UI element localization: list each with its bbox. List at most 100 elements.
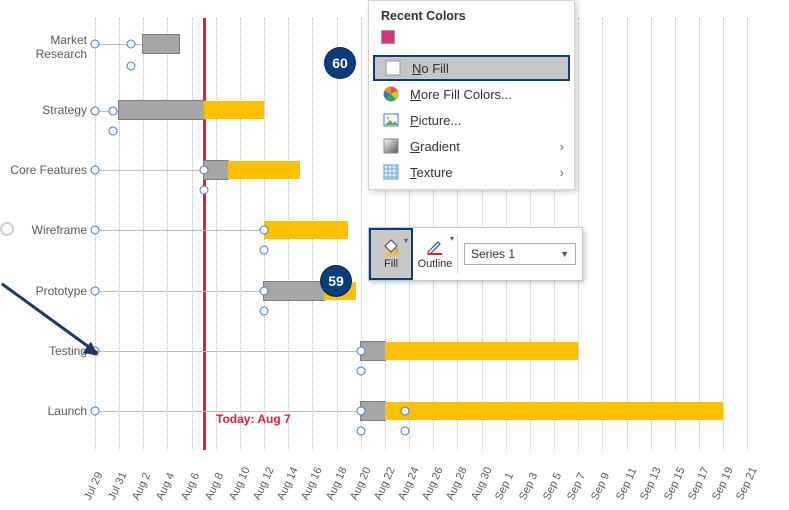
x-tick: Aug 22 [372, 465, 398, 502]
x-tick: Jul 31 [106, 470, 129, 502]
pen-icon [425, 238, 445, 256]
row-baseline [95, 351, 360, 352]
selection-handle[interactable] [401, 427, 410, 436]
menu-item-label: More Fill Colors... [410, 87, 512, 102]
fill-button[interactable]: ▾ Fill [369, 228, 413, 280]
menu-item-more-colors[interactable]: More Fill Colors... [369, 81, 574, 107]
x-tick: Aug 16 [299, 465, 325, 502]
bar-remaining[interactable] [385, 402, 723, 420]
selection-handle[interactable] [200, 186, 209, 195]
color-wheel-icon [381, 86, 401, 102]
x-tick: Aug 8 [203, 471, 226, 502]
gradient-icon [381, 138, 401, 154]
texture-icon [381, 164, 401, 180]
x-tick: Sep 1 [493, 471, 516, 502]
selection-handle[interactable] [127, 62, 136, 71]
x-tick: Sep 9 [589, 471, 612, 502]
outline-button[interactable]: ▾ Outline [413, 228, 457, 280]
today-label: Today: Aug 7 [216, 412, 291, 426]
selection-handle[interactable] [91, 40, 100, 49]
bar-remaining[interactable] [204, 101, 264, 119]
x-tick: Aug 18 [324, 465, 350, 502]
picture-icon [381, 112, 401, 128]
selection-handle[interactable] [91, 407, 100, 416]
selection-handle[interactable] [357, 407, 366, 416]
category-label: Testing [2, 345, 87, 359]
bar-completed[interactable] [143, 35, 179, 53]
selection-handle[interactable] [109, 127, 118, 136]
step-badge-60: 60 [325, 48, 355, 78]
selection-handle[interactable] [260, 246, 269, 255]
recent-color-swatch[interactable] [381, 30, 395, 44]
selection-handle[interactable] [200, 166, 209, 175]
selection-handle[interactable] [109, 107, 118, 116]
x-tick: Aug 26 [420, 465, 446, 502]
chevron-right-icon: › [560, 165, 564, 180]
category-label: Wireframe [2, 224, 87, 238]
category-label: Strategy [2, 104, 87, 118]
menu-item-picture[interactable]: Picture... [369, 107, 574, 133]
bar-remaining[interactable] [264, 221, 348, 239]
selection-handle[interactable] [357, 347, 366, 356]
category-label: Core Features [2, 164, 87, 178]
selection-handle[interactable] [260, 307, 269, 316]
menu-item-no-fill[interactable]: No Fill [373, 55, 570, 81]
x-tick: Sep 21 [734, 465, 760, 502]
menu-item-gradient[interactable]: Gradient › [369, 133, 574, 159]
mini-toolbar[interactable]: ▾ Fill ▾ Outline Series 1 ▼ [368, 227, 583, 281]
chevron-down-icon: ▾ [450, 234, 454, 243]
x-tick: Aug 14 [275, 465, 301, 502]
row-baseline [95, 230, 264, 231]
menu-item-texture[interactable]: Texture › [369, 159, 574, 185]
selection-handle[interactable] [0, 222, 14, 236]
selection-handle[interactable] [91, 226, 100, 235]
x-tick: Aug 28 [444, 465, 470, 502]
menu-item-label: Texture [410, 165, 453, 180]
chevron-down-icon: ▼ [560, 249, 569, 259]
selection-handle[interactable] [127, 40, 136, 49]
selection-handle[interactable] [260, 287, 269, 296]
x-tick: Sep 15 [662, 465, 688, 502]
selection-handle[interactable] [357, 427, 366, 436]
x-tick: Sep 5 [541, 471, 564, 502]
category-label: Market Research [2, 34, 87, 62]
category-label: Launch [2, 405, 87, 419]
x-tick: Aug 20 [348, 465, 374, 502]
x-tick: Aug 30 [469, 465, 495, 502]
bar-completed[interactable] [119, 101, 204, 119]
x-tick: Aug 24 [396, 465, 422, 502]
no-fill-icon [383, 60, 403, 76]
selection-handle[interactable] [91, 166, 100, 175]
series-selector[interactable]: Series 1 ▼ [458, 228, 582, 280]
selection-handle[interactable] [91, 287, 100, 296]
row-baseline [95, 291, 264, 292]
bar-remaining[interactable] [228, 161, 300, 179]
row-baseline [95, 44, 143, 45]
row-baseline [95, 170, 204, 171]
menu-item-label: Picture... [410, 113, 461, 128]
x-tick: Aug 12 [251, 465, 277, 502]
x-tick: Sep 3 [517, 471, 540, 502]
menu-item-label: No Fill [412, 61, 449, 76]
selection-handle[interactable] [401, 407, 410, 416]
x-tick: Jul 29 [82, 470, 105, 502]
fill-color-menu[interactable]: Recent Colors No Fill More Fill Colors..… [368, 0, 575, 190]
bar-completed[interactable] [264, 282, 324, 300]
x-tick: Aug 4 [154, 471, 177, 502]
paint-bucket-icon [381, 238, 401, 256]
x-tick: Sep 19 [710, 465, 736, 502]
x-tick: Sep 13 [638, 465, 664, 502]
x-tick: Sep 11 [614, 466, 639, 502]
outline-label: Outline [418, 258, 453, 270]
menu-header: Recent Colors [369, 1, 574, 27]
today-line [203, 18, 206, 450]
selection-handle[interactable] [260, 226, 269, 235]
menu-item-label: Gradient [410, 139, 460, 154]
bar-remaining[interactable] [385, 342, 578, 360]
chevron-down-icon: ▾ [404, 236, 408, 245]
recent-colors-row [369, 27, 574, 55]
step-badge-59: 59 [321, 266, 351, 296]
chevron-right-icon: › [560, 139, 564, 154]
selection-handle[interactable] [357, 367, 366, 376]
selection-handle[interactable] [91, 107, 100, 116]
